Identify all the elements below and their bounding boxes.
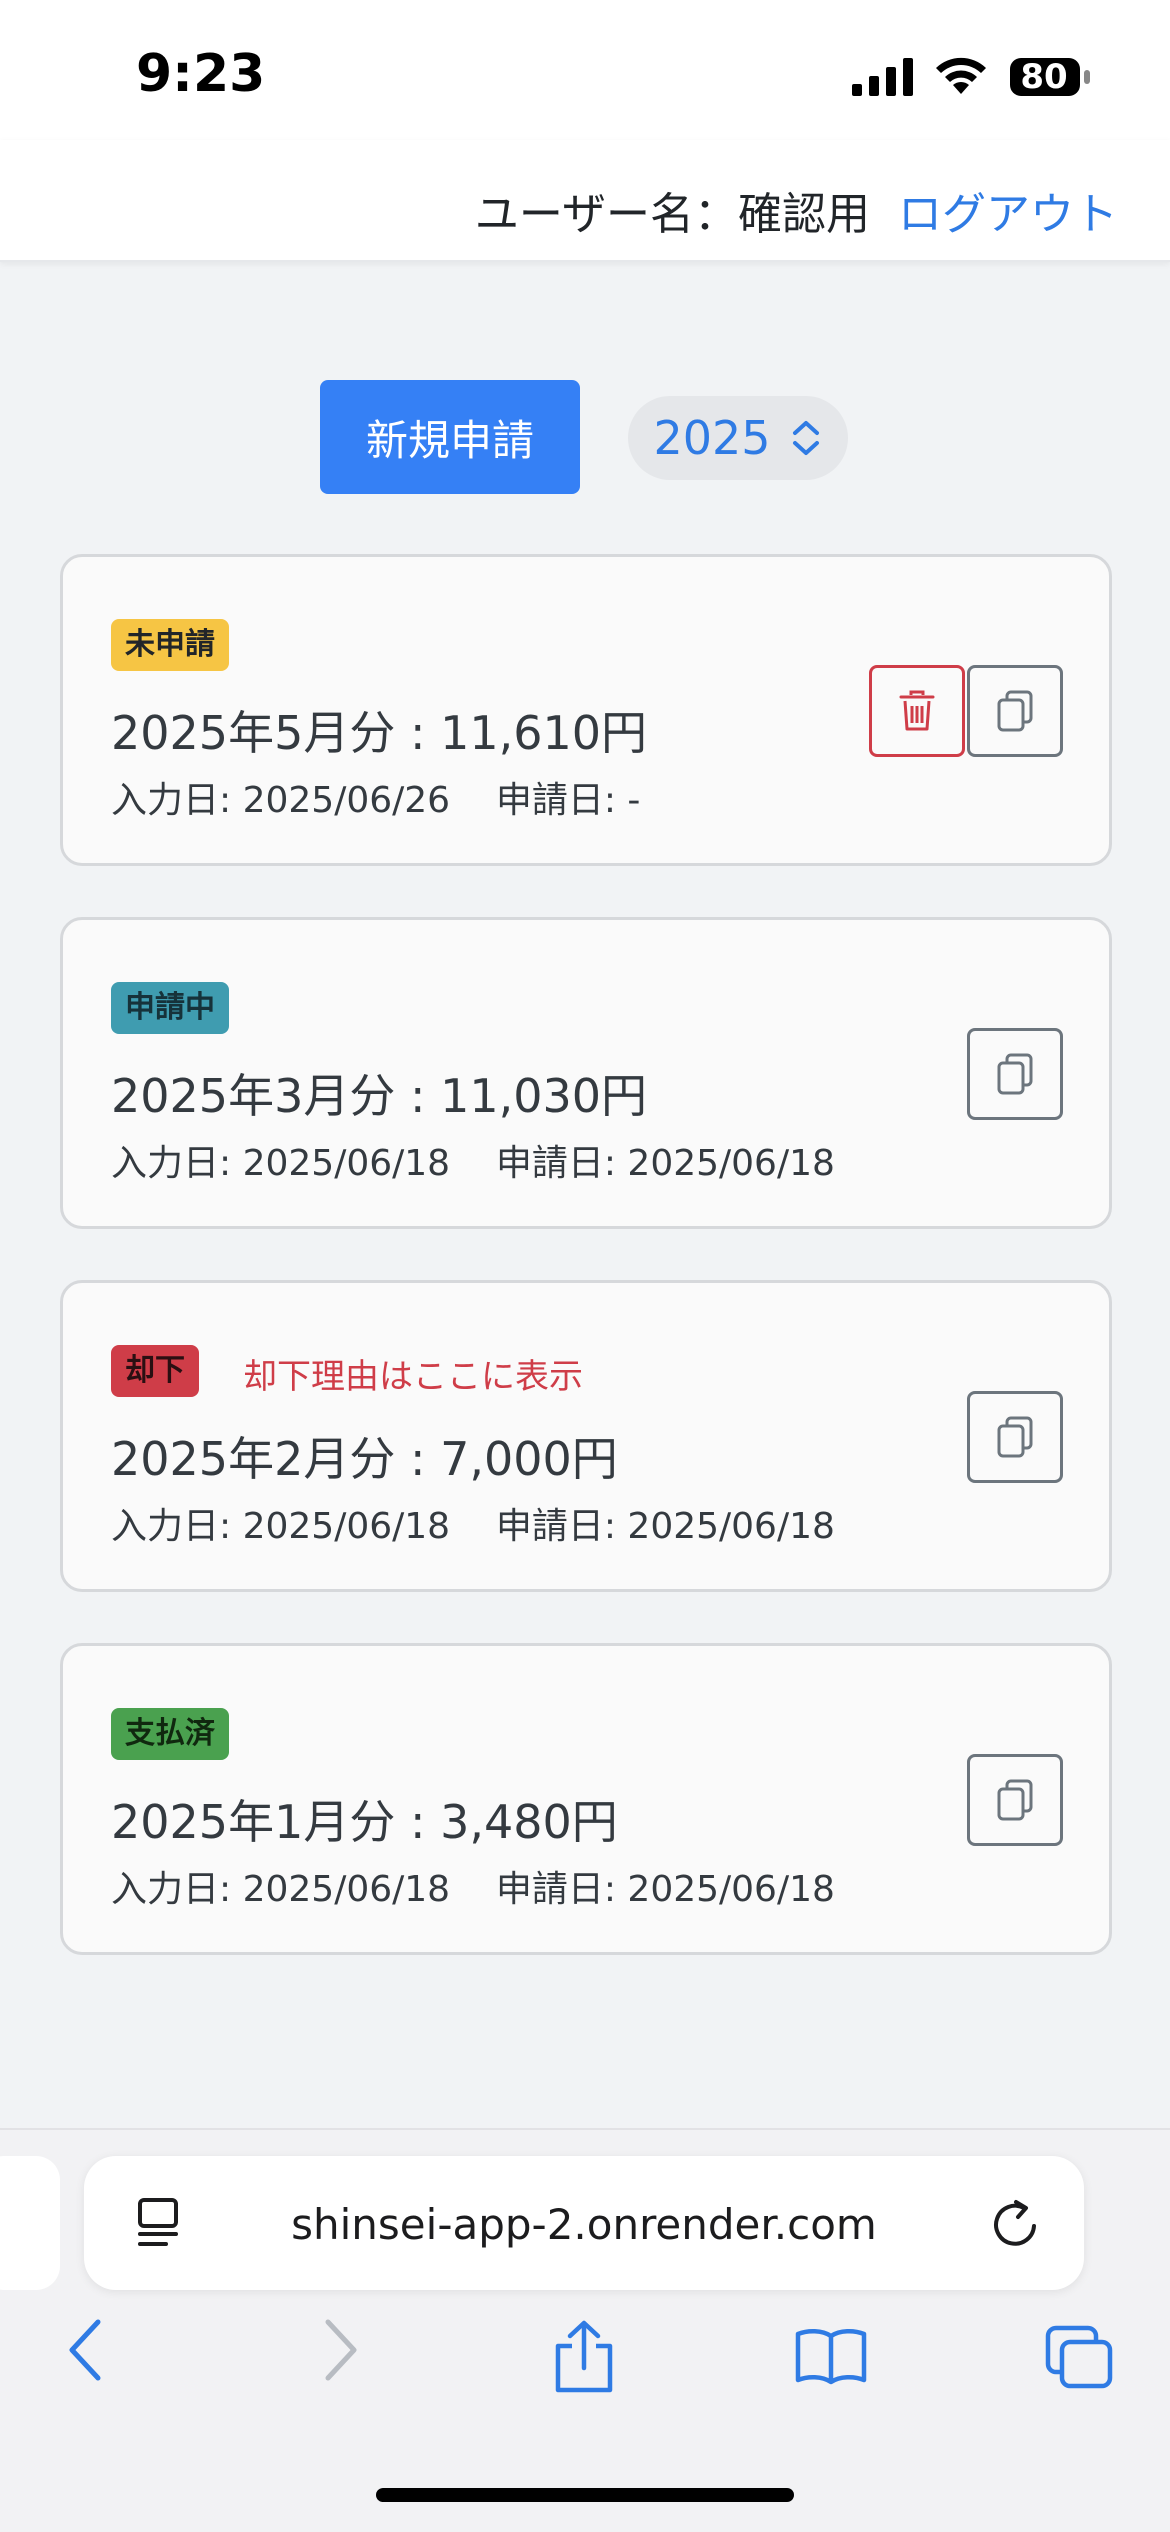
share-icon[interactable]	[552, 2320, 616, 2394]
copy-button[interactable]	[967, 1028, 1063, 1120]
new-application-button[interactable]: 新規申請	[320, 380, 580, 494]
status-time: 9:23	[136, 44, 266, 104]
application-dates: 入力日: 2025/06/18 申請日: 2025/06/18	[111, 1143, 835, 1184]
application-title: 2025年2月分 : 7,000円	[111, 1432, 618, 1486]
wifi-icon	[936, 57, 986, 94]
logout-link[interactable]: ログアウト	[898, 178, 1118, 242]
chevron-up-down-icon	[792, 421, 819, 455]
application-dates: 入力日: 2025/06/18 申請日: 2025/06/18	[111, 1506, 835, 1547]
battery-level: 80	[1020, 57, 1068, 97]
bookmarks-icon[interactable]	[794, 2326, 868, 2386]
trash-icon	[899, 690, 935, 731]
application-card: 却下 却下理由はここに表示 2025年2月分 : 7,000円 入力日: 202…	[60, 1280, 1112, 1592]
status-badge: 未申請	[111, 619, 229, 671]
application-title: 2025年1月分 : 3,480円	[111, 1795, 618, 1849]
copy-button[interactable]	[967, 1754, 1063, 1846]
status-bar: 9:23 80	[0, 0, 1170, 140]
previous-tab-preview[interactable]	[0, 2156, 60, 2290]
status-badge: 支払済	[111, 1708, 229, 1760]
tabs-icon[interactable]	[1044, 2324, 1114, 2390]
application-title: 2025年5月分 : 11,610円	[111, 706, 648, 760]
url-text: shinsei-app-2.onrender.com	[291, 2200, 877, 2249]
application-card: 支払済 2025年1月分 : 3,480円 入力日: 2025/06/18 申請…	[60, 1643, 1112, 1955]
copy-icon	[997, 1416, 1033, 1458]
year-select[interactable]: 2025	[628, 396, 848, 480]
application-card: 申請中 2025年3月分 : 11,030円 入力日: 2025/06/18 申…	[60, 917, 1112, 1229]
copy-icon	[997, 690, 1033, 732]
copy-icon	[997, 1053, 1033, 1095]
copy-button[interactable]	[967, 1391, 1063, 1483]
back-icon[interactable]	[64, 2318, 108, 2382]
rejection-reason: 却下理由はここに表示	[243, 1357, 583, 1397]
application-dates: 入力日: 2025/06/18 申請日: 2025/06/18	[111, 1869, 835, 1910]
status-badge: 却下	[111, 1345, 199, 1397]
year-select-value: 2025	[653, 411, 771, 465]
application-dates: 入力日: 2025/06/26 申請日: -	[111, 780, 641, 821]
home-indicator	[376, 2488, 794, 2502]
username-label: ユーザー名：確認用	[474, 189, 870, 240]
address-bar[interactable]: shinsei-app-2.onrender.com	[84, 2156, 1084, 2290]
signal-icon	[852, 58, 913, 96]
delete-button[interactable]	[869, 665, 965, 757]
application-title: 2025年3月分 : 11,030円	[111, 1069, 648, 1123]
copy-button[interactable]	[967, 665, 1063, 757]
reload-icon[interactable]	[988, 2196, 1044, 2252]
status-badge: 申請中	[111, 982, 229, 1034]
page: 9:23 80 ユーザー名：確認用 ログアウト 新規申請 2025 未申請 20…	[0, 0, 1170, 2532]
forward-icon[interactable]	[318, 2318, 362, 2382]
app-header: ユーザー名：確認用 ログアウト	[0, 140, 1170, 262]
copy-icon	[997, 1779, 1033, 1821]
application-card: 未申請 2025年5月分 : 11,610円 入力日: 2025/06/26 申…	[60, 554, 1112, 866]
